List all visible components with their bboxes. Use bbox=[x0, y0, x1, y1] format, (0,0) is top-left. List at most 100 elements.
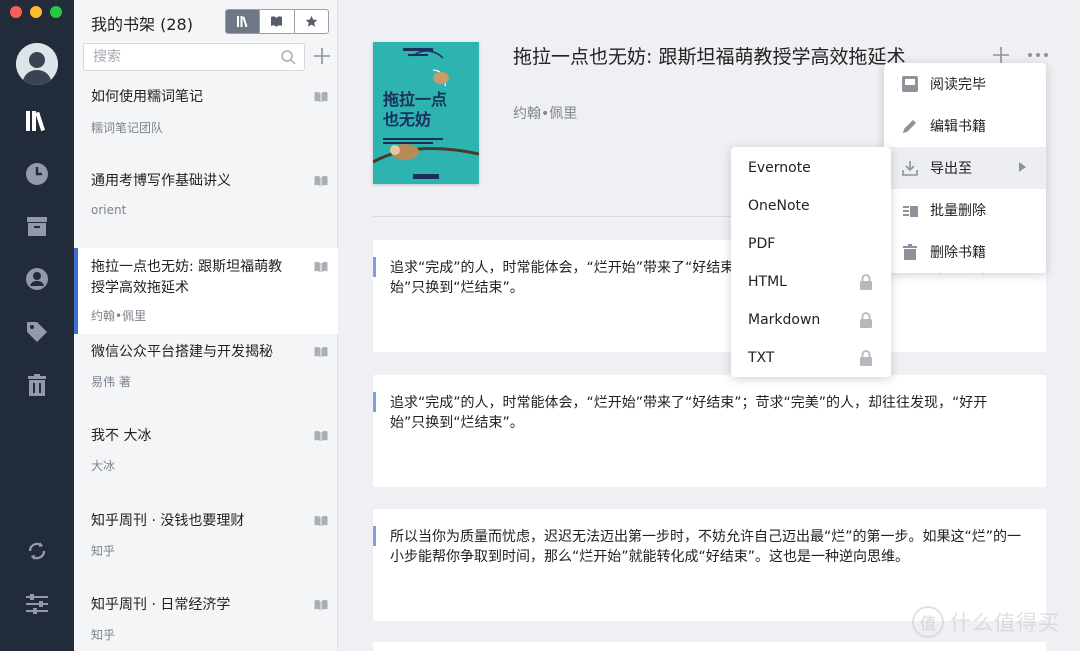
export-option-label: HTML bbox=[748, 274, 787, 290]
batch-delete-icon bbox=[900, 200, 920, 220]
export-option-txt[interactable]: TXT bbox=[731, 339, 891, 377]
note-text: 所以当你为质量而忧虑，迟迟无法迈出第一步时，不妨允许自己迈出最“烂”的第一步。如… bbox=[390, 529, 1022, 565]
export-option-label: Evernote bbox=[748, 160, 811, 176]
highlight-note[interactable]: 所以当你为质量而忧虑，迟迟无法迈出第一步时，不妨允许自己迈出最“烂”的第一步。如… bbox=[373, 509, 1046, 621]
menu-item-edit-book[interactable]: 编辑书籍 bbox=[884, 105, 1046, 147]
archive-icon[interactable] bbox=[22, 211, 52, 241]
watermark-text: 什么值得买 bbox=[950, 611, 1060, 635]
export-option-html[interactable]: HTML bbox=[731, 263, 891, 301]
search-icon[interactable] bbox=[280, 49, 296, 65]
book-list-item-selected[interactable]: 拖拉一点也无妨: 跟斯坦福萌教授学高效拖延术 约翰•佩里 bbox=[74, 248, 338, 334]
search-box bbox=[83, 43, 305, 71]
export-option-onenote[interactable]: OneNote bbox=[731, 187, 891, 225]
close-window-button[interactable] bbox=[10, 6, 22, 18]
open-book-icon bbox=[314, 91, 328, 103]
library-icon bbox=[237, 16, 248, 28]
export-option-label: TXT bbox=[748, 350, 775, 366]
export-option-label: PDF bbox=[748, 236, 776, 252]
window-controls bbox=[10, 6, 62, 18]
export-option-label: Markdown bbox=[748, 312, 821, 328]
open-book-icon bbox=[314, 515, 328, 527]
note-text: 追求“完成”的人，时常能体会，“烂开始”带来了“好结束”；苛求“完美”的人，却往… bbox=[390, 395, 988, 431]
view-reading-tab[interactable] bbox=[260, 10, 295, 33]
export-option-pdf[interactable]: PDF bbox=[731, 225, 891, 263]
book-item-author: 大冰 bbox=[91, 459, 116, 473]
book-cover: 拖拉一点 也无妨 bbox=[373, 42, 479, 184]
zoom-window-button[interactable] bbox=[50, 6, 62, 18]
quote-bar bbox=[373, 392, 376, 412]
add-note-button[interactable] bbox=[991, 45, 1011, 65]
open-book-icon bbox=[314, 430, 328, 442]
view-all-books-tab[interactable] bbox=[226, 10, 261, 33]
pencil-icon bbox=[900, 116, 920, 136]
submenu-arrow-icon bbox=[1019, 162, 1026, 172]
export-option-markdown[interactable]: Markdown bbox=[731, 301, 891, 339]
book-list-item[interactable]: 知乎周刊 · 没钱也要理财 知乎 bbox=[74, 502, 338, 586]
quote-bar bbox=[373, 257, 376, 277]
clock-icon[interactable] bbox=[22, 159, 52, 189]
export-option-label: OneNote bbox=[748, 198, 810, 214]
open-book-icon bbox=[271, 16, 283, 27]
book-list-item[interactable]: 微信公众平台搭建与开发揭秘 易伟 著 bbox=[74, 333, 338, 417]
minimize-window-button[interactable] bbox=[30, 6, 42, 18]
lock-icon bbox=[860, 350, 872, 366]
open-book-icon bbox=[314, 261, 328, 273]
menu-item-export[interactable]: 导出至 bbox=[884, 147, 1046, 189]
book-item-title: 微信公众平台搭建与开发揭秘 bbox=[91, 344, 273, 360]
book-item-title: 拖拉一点也无妨: 跟斯坦福萌教授学高效拖延术 bbox=[91, 259, 283, 296]
book-list-item[interactable]: 知乎周刊 · 日常经济学 知乎 bbox=[74, 586, 338, 651]
book-item-author: orient bbox=[91, 203, 127, 217]
menu-item-batch-delete[interactable]: 批量删除 bbox=[884, 189, 1046, 231]
book-list-item[interactable]: 通用考博写作基础讲义 orient bbox=[74, 162, 338, 246]
book-item-title: 知乎周刊 · 没钱也要理财 bbox=[91, 513, 245, 529]
book-list-item[interactable]: 我不 大冰 大冰 bbox=[74, 417, 338, 501]
open-book-icon bbox=[314, 599, 328, 611]
book-item-author: 易伟 著 bbox=[91, 375, 131, 389]
user-icon[interactable] bbox=[22, 264, 52, 294]
book-item-title: 如何使用糯词笔记 bbox=[91, 89, 203, 105]
highlight-note[interactable]: 追求“完成”的人，时常能体会，“烂开始”带来了“好结束”；苛求“完美”的人，却往… bbox=[373, 375, 1046, 487]
book-item-title: 知乎周刊 · 日常经济学 bbox=[91, 597, 231, 613]
menu-item-label: 阅读完毕 bbox=[930, 77, 986, 93]
user-avatar[interactable] bbox=[16, 43, 58, 85]
book-item-author: 知乎 bbox=[91, 628, 116, 642]
sync-icon[interactable] bbox=[22, 536, 52, 566]
book-item-author: 知乎 bbox=[91, 544, 116, 558]
menu-item-delete-book[interactable]: 删除书籍 bbox=[884, 231, 1046, 273]
settings-sliders-icon[interactable] bbox=[22, 589, 52, 619]
trash-icon[interactable] bbox=[22, 370, 52, 400]
more-dots-icon bbox=[1028, 53, 1048, 57]
export-icon bbox=[900, 158, 920, 178]
view-switcher bbox=[225, 9, 329, 34]
add-book-button[interactable] bbox=[312, 45, 332, 67]
book-item-author: 约翰•佩里 bbox=[91, 309, 147, 323]
lock-icon bbox=[860, 274, 872, 290]
menu-item-label: 删除书籍 bbox=[930, 245, 986, 261]
app-sidebar bbox=[0, 0, 74, 651]
lock-icon bbox=[860, 312, 872, 328]
menu-item-finish-reading[interactable]: 阅读完毕 bbox=[884, 63, 1046, 105]
plus-icon bbox=[993, 47, 1009, 63]
menu-item-label: 批量删除 bbox=[930, 203, 986, 219]
plus-icon bbox=[314, 48, 330, 64]
tag-icon[interactable] bbox=[22, 317, 52, 347]
search-input[interactable] bbox=[84, 44, 264, 70]
book-title: 拖拉一点也无妨: 跟斯坦福萌教授学高效拖延术 bbox=[513, 46, 906, 68]
menu-item-label: 编辑书籍 bbox=[930, 119, 986, 135]
more-options-button[interactable] bbox=[1027, 45, 1049, 65]
book-author: 约翰•佩里 bbox=[513, 106, 578, 122]
book-list-header: 我的书架 (28) bbox=[74, 0, 338, 40]
book-item-author: 糯词笔记团队 bbox=[91, 121, 164, 135]
cover-title: 拖拉一点 也无妨 bbox=[383, 90, 448, 129]
view-starred-tab[interactable] bbox=[295, 10, 328, 33]
highlight-note[interactable] bbox=[373, 642, 1046, 651]
book-list-item[interactable]: 如何使用糯词笔记 糯词笔记团队 bbox=[74, 78, 338, 162]
library-icon[interactable] bbox=[22, 106, 52, 136]
book-item-title: 我不 大冰 bbox=[91, 428, 152, 444]
bookshelf-title: 我的书架 (28) bbox=[91, 15, 193, 34]
quote-bar bbox=[373, 526, 376, 546]
export-submenu: Evernote OneNote PDF HTML Markdown TXT bbox=[731, 147, 891, 377]
star-icon bbox=[305, 15, 318, 27]
book-item-title: 通用考博写作基础讲义 bbox=[91, 173, 231, 189]
export-option-evernote[interactable]: Evernote bbox=[731, 149, 891, 187]
